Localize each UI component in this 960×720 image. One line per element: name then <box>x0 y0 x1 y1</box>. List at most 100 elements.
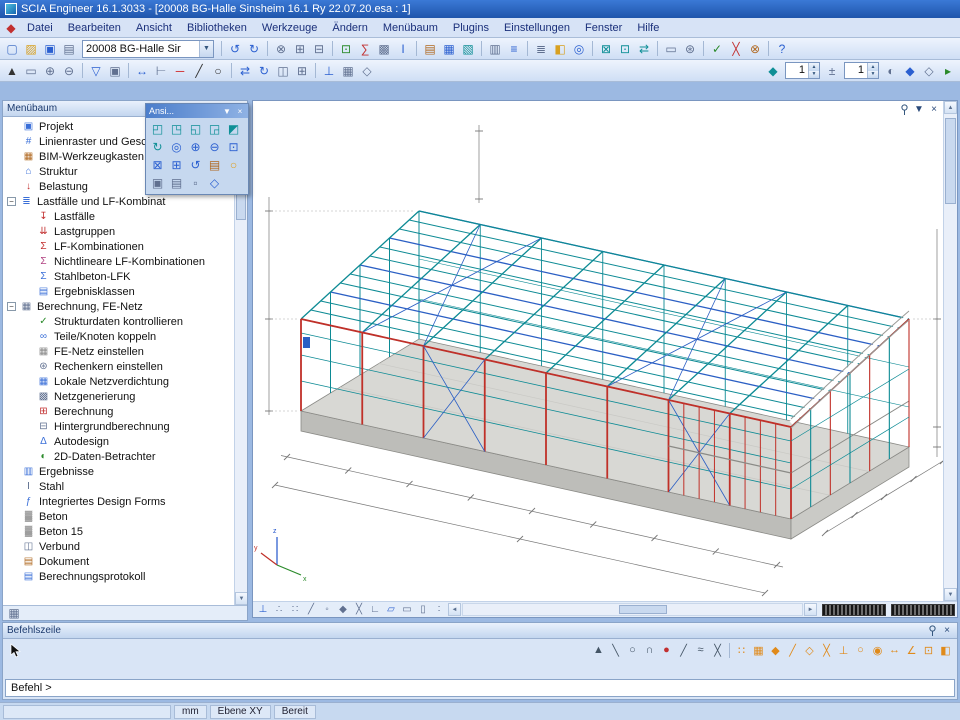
measure-icon[interactable]: ↔ <box>133 62 151 80</box>
tree-item-lokale-netzverdichtung[interactable]: ▦Lokale Netzverdichtung <box>3 374 234 389</box>
remove-selection-icon[interactable]: ⊖ <box>60 62 78 80</box>
zoom-selection-icon[interactable]: ⊞ <box>167 156 186 174</box>
picture-icon[interactable]: ▧ <box>459 40 477 58</box>
pin-icon[interactable] <box>926 625 938 637</box>
select-tool-icon[interactable]: ▲ <box>590 642 607 658</box>
tree-item-beton[interactable]: ▓Beton <box>3 509 234 524</box>
tree-item-lastf-lle[interactable]: ↧Lastfälle <box>3 209 234 224</box>
tree-item-lastgruppen[interactable]: ⇊Lastgruppen <box>3 224 234 239</box>
properties-icon[interactable]: ▭ <box>662 40 680 58</box>
snap-line-icon[interactable]: ╱ <box>303 603 319 617</box>
print-icon[interactable]: ▤ <box>60 40 78 58</box>
redline-icon[interactable]: ─ <box>171 62 189 80</box>
pan-icon[interactable]: ⇄ <box>635 40 653 58</box>
move-icon[interactable]: ⇄ <box>236 62 254 80</box>
tree-item-berechnungsprotokoll[interactable]: ▤Berechnungsprotokoll <box>3 569 234 584</box>
rotate-icon[interactable]: ↻ <box>255 62 273 80</box>
snap-perpendicular-icon[interactable]: ⊥ <box>835 642 852 658</box>
palette-menu-icon[interactable]: ▼ <box>222 106 232 116</box>
view-axonometric-icon[interactable]: ◩ <box>224 120 243 138</box>
tree-expander-icon[interactable]: − <box>7 197 16 206</box>
previous-view-icon[interactable]: ↺ <box>186 156 205 174</box>
scale-spinner-1[interactable]: 1 ▲▼ <box>785 62 820 79</box>
line-tool-icon[interactable]: ╲ <box>607 642 624 658</box>
vscroll-track[interactable] <box>944 114 957 588</box>
menu-bibliotheken[interactable]: Bibliotheken <box>180 20 254 36</box>
palette-close-icon[interactable]: × <box>235 106 245 116</box>
minimized-window-bar[interactable] <box>822 604 886 616</box>
redo-icon[interactable]: ↻ <box>245 40 263 58</box>
tree-item-integriertes-design-forms[interactable]: ƒIntegriertes Design Forms <box>3 494 234 509</box>
scroll-down-icon[interactable]: ▼ <box>944 588 957 601</box>
results-icon[interactable]: ∑ <box>356 40 374 58</box>
close-icon[interactable]: × <box>928 103 940 115</box>
view-right-icon[interactable]: ◲ <box>205 120 224 138</box>
menu-hilfe[interactable]: Hilfe <box>630 20 666 36</box>
tree-item-rechenkern-einstellen[interactable]: ⊛Rechenkern einstellen <box>3 359 234 374</box>
horizontal-scrollbar[interactable] <box>462 603 803 616</box>
tree-item-lastf-lle-und-lf-kombinat[interactable]: −≣Lastfälle und LF-Kombinat <box>3 194 234 209</box>
menu-bearbeiten[interactable]: Bearbeiten <box>61 20 128 36</box>
ucs-plane-icon[interactable]: ⊥ <box>255 603 271 617</box>
open-project-icon[interactable]: ▨ <box>22 40 40 58</box>
zoom-in-icon[interactable]: ⊕ <box>186 138 205 156</box>
named-selection-icon[interactable]: ▣ <box>106 62 124 80</box>
menu-einstellungen[interactable]: Einstellungen <box>497 20 577 36</box>
snap-toggle-icon[interactable]: ◧ <box>937 642 954 658</box>
tree-item-fe-netz-einstellen[interactable]: ▦FE-Netz einstellen <box>3 344 234 359</box>
view-left-icon[interactable]: ◱ <box>186 120 205 138</box>
combo-dropdown-icon[interactable]: ▼ <box>199 41 213 57</box>
visibility-icon[interactable]: ◎ <box>570 40 588 58</box>
pin-icon[interactable] <box>898 103 910 115</box>
tree-item-berechnung-fe-netz[interactable]: −▦Berechnung, FE-Netz <box>3 299 234 314</box>
settings-icon[interactable]: ⊛ <box>681 40 699 58</box>
snap-angle-icon[interactable]: ∠ <box>903 642 920 658</box>
rect-select-icon[interactable]: ▭ <box>22 62 40 80</box>
snap-node-icon[interactable]: ◆ <box>767 642 784 658</box>
ucs-icon[interactable]: ⊥ <box>320 62 338 80</box>
help-icon[interactable]: ? <box>773 40 791 58</box>
snap-tangent-icon[interactable]: ○ <box>852 642 869 658</box>
cut-icon[interactable]: ⊗ <box>272 40 290 58</box>
tree-item-stahl[interactable]: IStahl <box>3 479 234 494</box>
menu-ndern[interactable]: Ändern <box>325 20 374 36</box>
concrete-check-icon[interactable]: ▩ <box>375 40 393 58</box>
tree-item-strukturdaten-kontrollieren[interactable]: ✓Strukturdaten kontrollieren <box>3 314 234 329</box>
spin-up-icon[interactable]: ▲ <box>868 63 878 71</box>
paste-icon[interactable]: ⊟ <box>310 40 328 58</box>
erase-tool-icon[interactable]: ╳ <box>709 642 726 658</box>
node-tool-icon[interactable]: ● <box>658 642 675 658</box>
rotate-view-icon[interactable]: ↻ <box>148 138 167 156</box>
light-icon[interactable]: ◐ <box>882 62 900 80</box>
snap-endpoint-icon[interactable]: ◦ <box>319 603 335 617</box>
filter-icon[interactable]: ▽ <box>87 62 105 80</box>
window-menu-icon[interactable]: ◆ <box>2 19 20 37</box>
scroll-right-icon[interactable]: ► <box>804 603 817 616</box>
snap-intersection-icon[interactable]: ╳ <box>351 603 367 617</box>
print-view-icon[interactable]: ▤ <box>205 156 224 174</box>
report-icon[interactable]: ≡ <box>505 40 523 58</box>
menu-men-baum[interactable]: Menübaum <box>376 20 445 36</box>
snap-grid-icon[interactable]: ∷ <box>287 603 303 617</box>
snap-midpoint-icon[interactable]: ◆ <box>335 603 351 617</box>
polyline-tool-icon[interactable]: ╱ <box>675 642 692 658</box>
snap-settings-icon[interactable]: ◇ <box>358 62 376 80</box>
spline-tool-icon[interactable]: ≈ <box>692 642 709 658</box>
add-selection-icon[interactable]: ⊕ <box>41 62 59 80</box>
menu-fenster[interactable]: Fenster <box>578 20 629 36</box>
scroll-up-icon[interactable]: ▲ <box>944 101 957 114</box>
close-icon[interactable]: × <box>941 625 953 637</box>
snap-point-icon[interactable]: ∴ <box>271 603 287 617</box>
animation-icon[interactable]: ▸ <box>939 62 957 80</box>
menu-werkzeuge[interactable]: Werkzeuge <box>255 20 324 36</box>
snap-middle-icon[interactable]: ◇ <box>801 642 818 658</box>
line-grid-icon[interactable]: ▦ <box>750 642 767 658</box>
command-panel-header[interactable]: Befehlszeile × <box>3 623 957 639</box>
tree-item-ergebnisse[interactable]: ▥Ergebnisse <box>3 464 234 479</box>
snap-intersect-icon[interactable]: ╳ <box>818 642 835 658</box>
snap-settings-icon[interactable]: ⊡ <box>920 642 937 658</box>
scroll-left-icon[interactable]: ◄ <box>448 603 461 616</box>
scroll-down-icon[interactable]: ▼ <box>235 592 247 605</box>
tree-item-hintergrundberechnung[interactable]: ⊟Hintergrundberechnung <box>3 419 234 434</box>
wireframe-icon[interactable]: ◇ <box>205 174 224 192</box>
